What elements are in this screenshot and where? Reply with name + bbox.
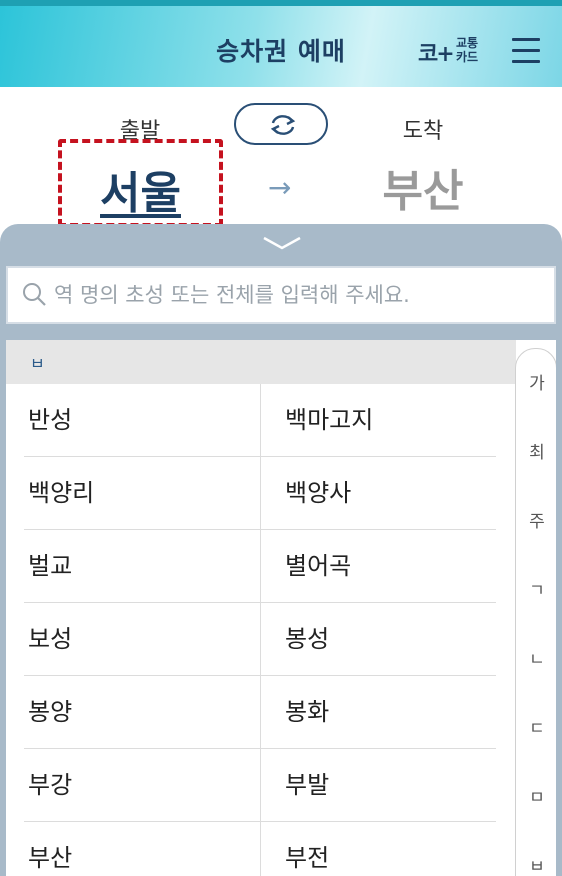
arrow-right-icon: →	[268, 171, 292, 204]
station-item[interactable]: 별어곡	[261, 530, 496, 602]
index-item[interactable]: 가	[516, 369, 556, 394]
index-item[interactable]: ㄱ	[516, 576, 556, 601]
swap-stations-button[interactable]	[234, 103, 328, 145]
station-item[interactable]: 보성	[24, 603, 261, 675]
route-selector: 출발 도착 서울 → 부산	[0, 87, 562, 237]
station-picker-panel: ㅂ 반성백마고지백양리백양사벌교별어곡보성봉성봉양봉화부강부발부산부전 가최주 ㄱ…	[0, 224, 562, 876]
chevron-down-icon[interactable]	[262, 234, 302, 252]
station-item[interactable]: 봉성	[261, 603, 496, 675]
station-item[interactable]: 봉화	[261, 676, 496, 748]
table-row: 부산 부전	[24, 822, 496, 876]
arrival-label: 도착	[402, 119, 444, 144]
station-rows: 반성 백마고지 백양리 백양사 벌교 별어곡 보성 봉성 봉양 봉화 부강 부발 부산 부전	[24, 384, 496, 876]
table-row: 백양리 백양사	[24, 457, 496, 530]
section-header: ㅂ	[6, 340, 516, 384]
table-row: 부강 부발	[24, 749, 496, 822]
index-scrollbar[interactable]: 가최주 ㄱㄴㄷㅁㅂ	[515, 348, 556, 876]
station-item[interactable]: 백마고지	[261, 384, 496, 456]
table-row: 벌교 별어곡	[24, 530, 496, 603]
station-item[interactable]: 벌교	[24, 530, 261, 602]
station-item[interactable]: 부전	[261, 822, 496, 876]
menu-line	[512, 49, 540, 52]
swap-arrows-icon	[270, 115, 296, 135]
table-row: 봉양 봉화	[24, 676, 496, 749]
departure-city: 서울	[100, 168, 181, 219]
station-item[interactable]: 백양사	[261, 457, 496, 529]
station-search-input[interactable]	[54, 268, 550, 322]
index-item[interactable]: ㅂ	[516, 852, 556, 876]
station-item[interactable]: 부산	[24, 822, 261, 876]
app-header: 승차권 예매 코+ 교통 카드	[0, 0, 562, 87]
hamburger-menu-icon[interactable]	[512, 38, 540, 64]
menu-line	[512, 38, 540, 41]
station-item[interactable]: 부강	[24, 749, 261, 821]
index-item[interactable]: ㅁ	[516, 783, 556, 808]
menu-line	[512, 60, 540, 63]
station-item[interactable]: 부발	[261, 749, 496, 821]
station-item[interactable]: 반성	[24, 384, 261, 456]
index-item[interactable]: 주	[516, 507, 556, 532]
index-item[interactable]: ㄴ	[516, 645, 556, 670]
station-list: ㅂ 반성 백마고지 백양리 백양사 벌교 별어곡 보성 봉성 봉양 봉화 부강 부발 부산 부전 가최주 ㄱ…	[6, 340, 556, 876]
search-icon	[23, 283, 46, 306]
station-search-box	[6, 266, 556, 324]
transit-card-label-line1: 교통	[456, 36, 479, 50]
transit-card-button[interactable]: 코+ 교통 카드	[418, 36, 488, 67]
transit-card-logo-icon: 코+	[418, 41, 455, 67]
arrival-station-selector[interactable]: 부산	[343, 155, 503, 219]
index-item[interactable]: ㄷ	[516, 714, 556, 739]
index-item[interactable]: 최	[516, 438, 556, 463]
transit-card-label-line2: 카드	[456, 50, 479, 64]
station-item[interactable]: 백양리	[24, 457, 261, 529]
departure-station-selector[interactable]: 서울	[58, 139, 223, 227]
table-row: 반성 백마고지	[24, 384, 496, 457]
station-item[interactable]: 봉양	[24, 676, 261, 748]
transit-card-label: 교통 카드	[456, 36, 478, 64]
table-row: 보성 봉성	[24, 603, 496, 676]
